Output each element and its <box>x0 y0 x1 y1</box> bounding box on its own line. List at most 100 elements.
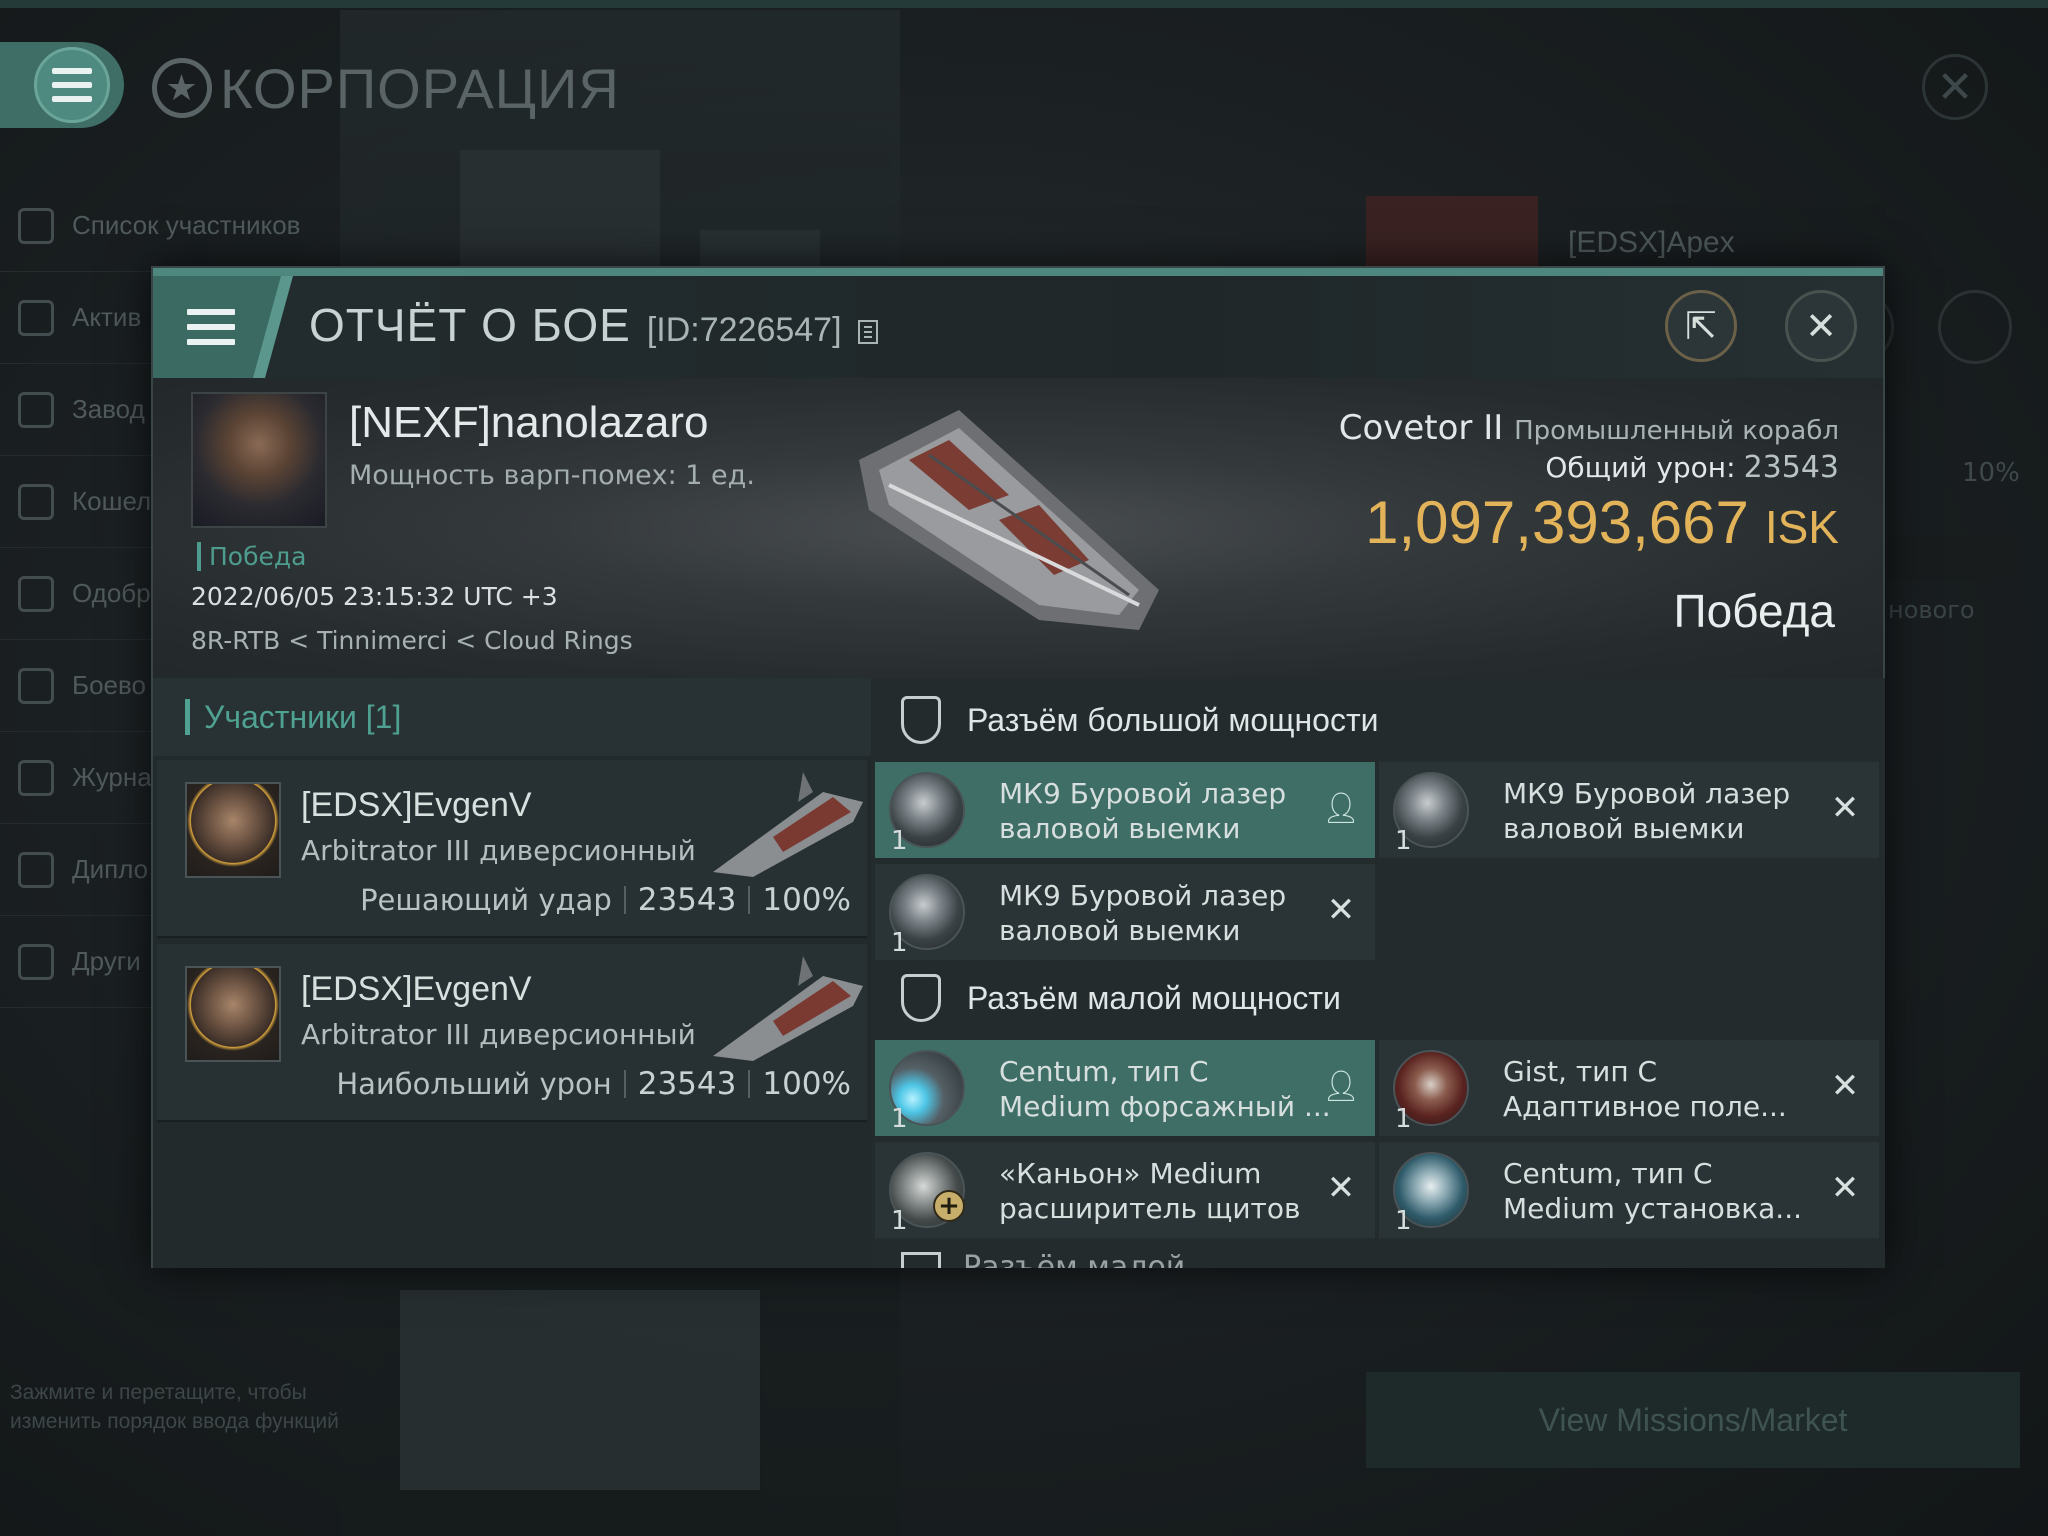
corp-menu-button[interactable] <box>0 42 124 128</box>
module-name-line: Адаптивное поле... <box>1503 1090 1787 1123</box>
isk-unit: ISK <box>1764 501 1839 553</box>
result-label: Победа <box>1673 585 1835 637</box>
total-damage-label: Общий урон: <box>1545 451 1736 484</box>
participant-ship-image <box>713 956 863 1061</box>
background-bar <box>1880 536 2020 580</box>
module-name: МК9 Буровой лазер валовой выемки <box>999 776 1329 846</box>
journal-icon <box>18 759 54 796</box>
participant-stats: Решающий удар 23543 100% <box>360 882 851 918</box>
ship-name-text: Covetor II <box>1338 408 1504 448</box>
share-icon: ⇱ <box>1685 304 1717 348</box>
module-name-line: валовой выемки <box>1503 812 1745 845</box>
participant-ship: Arbitrator III диверсионный <box>301 834 696 867</box>
header-accent <box>185 699 190 735</box>
destroyed-x-icon: ✕ <box>1326 1168 1356 1208</box>
module-quantity: 1 <box>891 928 908 958</box>
total-damage-value: 23543 <box>1743 450 1839 485</box>
combat-icon <box>18 667 54 704</box>
divider <box>748 886 751 914</box>
sidebar-item-label: Други <box>72 946 141 976</box>
ship-class-text: Промышленный корабл <box>1514 416 1839 446</box>
participant-stats: Наибольший урон 23543 100% <box>336 1066 851 1102</box>
sidebar-item-label: Журна <box>72 762 152 792</box>
victim-panel: [NEXF]nanolazaro Мощность варп-помех: 1 … <box>153 378 1883 678</box>
participant-percent: 100% <box>762 1066 851 1102</box>
combat-report-modal: ОТЧЁТ О БОЕ [ID:7226547] ⇱ ✕ [NEXF]nanol… <box>151 266 1885 1268</box>
next-section-title: Разъём малой <box>963 1250 1186 1268</box>
total-damage: Общий урон: 23543 <box>1545 450 1839 485</box>
victim-status: Победа <box>197 542 307 571</box>
module-item[interactable]: 1 МК9 Буровой лазер валовой выемки 👤︎ <box>875 762 1375 858</box>
module-item[interactable]: + 1 «Каньон» Medium расширитель щитов ✕ <box>875 1142 1375 1238</box>
victim-avatar[interactable] <box>191 392 327 528</box>
participant-row[interactable]: [EDSX]EvgenV Arbitrator III диверсионный… <box>157 760 867 938</box>
module-quantity: 1 <box>891 826 908 856</box>
destroyed-x-icon: ✕ <box>1830 1168 1860 1208</box>
module-quantity: 1 <box>1395 826 1412 856</box>
dropped-person-icon: 👤︎ <box>1321 1068 1361 1104</box>
module-item[interactable]: 1 Gist, тип C Адаптивное поле... ✕ <box>1379 1040 1879 1136</box>
module-name-line: Medium установка... <box>1503 1192 1803 1225</box>
background-share-button[interactable] <box>1938 290 2012 364</box>
victim-ship-name: Covetor II Промышленный корабл <box>1339 408 1839 448</box>
module-quantity: 1 <box>891 1206 908 1236</box>
copy-icon[interactable] <box>857 320 878 344</box>
participant-avatar[interactable] <box>185 966 281 1062</box>
hamburger-icon <box>34 47 110 123</box>
mid-slots-header: Разъём малой мощности <box>871 956 1885 1040</box>
participant-name[interactable]: [EDSX]EvgenV <box>301 970 532 1009</box>
module-item[interactable]: 1 МК9 Буровой лазер валовой выемки ✕ <box>875 864 1375 960</box>
participant-row[interactable]: [EDSX]EvgenV Arbitrator III диверсионный… <box>157 944 867 1122</box>
sidebar-item-label: Дипло <box>72 854 149 884</box>
share-button[interactable]: ⇱ <box>1665 290 1737 362</box>
module-item[interactable]: 1 Centum, тип C Medium установка... ✕ <box>1379 1142 1879 1238</box>
high-slots-title: Разъём большой мощности <box>967 701 1379 738</box>
next-section-icon <box>901 1252 941 1268</box>
corp-header: ★ КОРПОРАЦИЯ ✕ <box>0 30 2048 140</box>
sidebar-item-label: Список участников <box>72 210 301 240</box>
close-button[interactable]: ✕ <box>1785 290 1857 362</box>
corp-title: ★ КОРПОРАЦИЯ <box>152 48 620 128</box>
participants-header-text: Участники [1] <box>204 698 402 735</box>
victim-ship-image[interactable] <box>839 400 1179 650</box>
sidebar-item-members[interactable]: Список участников <box>0 180 340 272</box>
victim-name[interactable]: [NEXF]nanolazaro <box>349 398 709 448</box>
approval-icon <box>18 575 54 612</box>
module-item[interactable]: 1 Centum, тип C Medium форсажный ... 👤︎ <box>875 1040 1375 1136</box>
participant-damage: 23543 <box>637 1066 737 1102</box>
corp-close-button[interactable]: ✕ <box>1922 54 1988 120</box>
module-name-line: МК9 Буровой лазер <box>1503 777 1791 810</box>
high-slots-header: Разъём большой мощности <box>871 678 1885 762</box>
sidebar-item-label: Завод <box>72 394 145 424</box>
view-missions-market-button[interactable]: View Missions/Market <box>1366 1372 2020 1468</box>
module-item[interactable]: 1 МК9 Буровой лазер валовой выемки ✕ <box>1379 762 1879 858</box>
isk-amount: 1,097,393,667 <box>1365 489 1749 556</box>
module-name-line: МК9 Буровой лазер <box>999 879 1287 912</box>
sidebar-item-label: Актив <box>72 302 142 332</box>
module-quantity: 1 <box>891 1104 908 1134</box>
hamburger-icon <box>187 309 235 315</box>
wallet-icon <box>18 483 54 520</box>
divider <box>623 886 626 914</box>
report-title-text: ОТЧЁТ О БОЕ <box>309 299 631 351</box>
participant-ship: Arbitrator III диверсионный <box>301 1018 696 1051</box>
module-name-line: Medium форсажный ... <box>999 1090 1329 1123</box>
background-percent: 10% <box>1962 458 2020 488</box>
destroyed-x-icon: ✕ <box>1326 890 1356 930</box>
isk-value: 1,097,393,667 ISK <box>1365 488 1839 557</box>
destroyed-x-icon: ✕ <box>1830 788 1860 828</box>
assets-icon <box>18 299 54 336</box>
participant-avatar[interactable] <box>185 782 281 878</box>
kill-location[interactable]: 8R-RTB < Tinnimerci < Cloud Rings <box>191 626 633 655</box>
module-name-line: Centum, тип C <box>999 1055 1209 1088</box>
other-icon <box>18 943 54 980</box>
module-name: Gist, тип C Адаптивное поле... <box>1503 1054 1833 1124</box>
sidebar-item-label: Боево <box>72 670 146 700</box>
top-strip <box>0 0 2048 8</box>
members-icon <box>18 207 54 244</box>
module-quantity: 1 <box>1395 1104 1412 1134</box>
modal-header: ОТЧЁТ О БОЕ [ID:7226547] ⇱ ✕ <box>153 276 1883 378</box>
participant-name[interactable]: [EDSX]EvgenV <box>301 786 532 825</box>
module-name: МК9 Буровой лазер валовой выемки <box>1503 776 1833 846</box>
participant-role: Решающий удар <box>360 883 612 917</box>
